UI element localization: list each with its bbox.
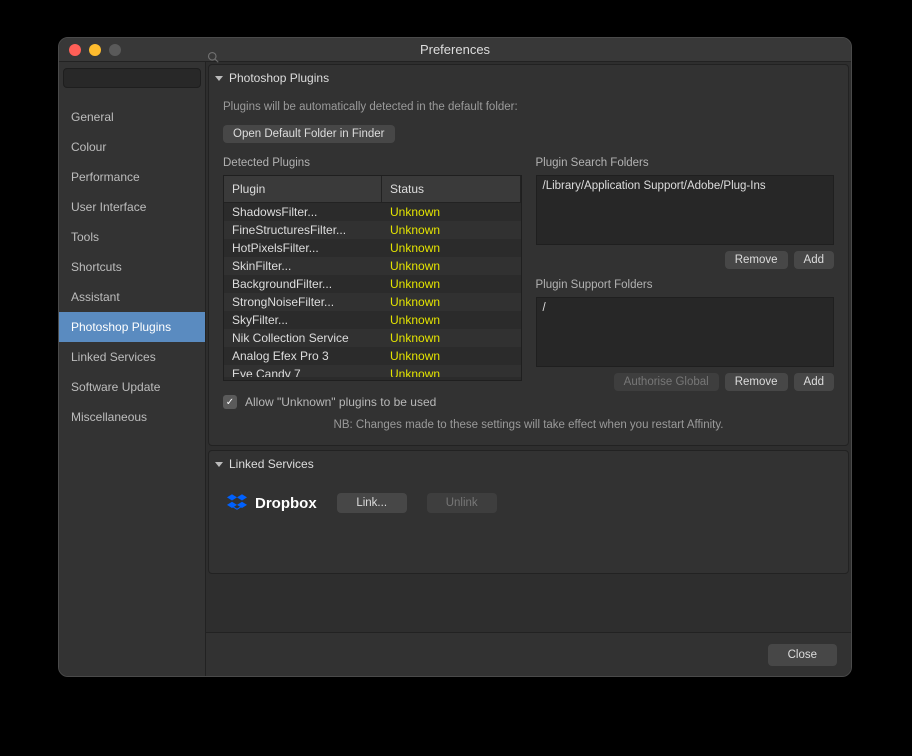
allow-unknown-checkbox[interactable]: ✓	[223, 395, 237, 409]
chevron-down-icon	[215, 76, 223, 81]
list-item[interactable]: /Library/Application Support/Adobe/Plug-…	[543, 180, 828, 192]
sidebar-item-software-update[interactable]: Software Update	[59, 372, 205, 402]
linked-services-section: Linked Services Dropbox Link... Unlink	[208, 450, 849, 574]
service-name: Dropbox	[255, 495, 317, 512]
search-folders-label: Plugin Search Folders	[536, 157, 835, 169]
open-default-folder-button[interactable]: Open Default Folder in Finder	[223, 125, 395, 143]
plugin-status: Unknown	[382, 275, 521, 293]
chevron-down-icon	[215, 462, 223, 467]
plugin-name: SkinFilter...	[224, 257, 382, 275]
sidebar: GeneralColourPerformanceUser InterfaceTo…	[59, 62, 206, 676]
plugin-name: Analog Efex Pro 3	[224, 347, 382, 365]
window-title: Preferences	[59, 42, 851, 57]
plugin-status: Unknown	[382, 365, 521, 377]
sidebar-item-linked-services[interactable]: Linked Services	[59, 342, 205, 372]
table-row[interactable]: ShadowsFilter...Unknown	[224, 203, 521, 221]
sidebar-item-assistant[interactable]: Assistant	[59, 282, 205, 312]
sidebar-item-colour[interactable]: Colour	[59, 132, 205, 162]
table-row[interactable]: Eye Candy 7Unknown	[224, 365, 521, 377]
table-row[interactable]: SkinFilter...Unknown	[224, 257, 521, 275]
table-row[interactable]: StrongNoiseFilter...Unknown	[224, 293, 521, 311]
table-row[interactable]: FineStructuresFilter...Unknown	[224, 221, 521, 239]
section-header-linked[interactable]: Linked Services	[209, 451, 848, 477]
sidebar-item-miscellaneous[interactable]: Miscellaneous	[59, 402, 205, 432]
section-title: Photoshop Plugins	[229, 71, 329, 85]
preferences-window: Preferences GeneralColourPerformanceUser…	[58, 37, 852, 677]
table-row[interactable]: HotPixelsFilter...Unknown	[224, 239, 521, 257]
search-folders-list[interactable]: /Library/Application Support/Adobe/Plug-…	[536, 175, 835, 245]
support-folders-add-button[interactable]: Add	[794, 373, 834, 391]
plugin-status: Unknown	[382, 293, 521, 311]
section-title: Linked Services	[229, 457, 314, 471]
close-button[interactable]: Close	[768, 644, 837, 666]
dropbox-service: Dropbox	[227, 493, 317, 513]
plugin-status: Unknown	[382, 257, 521, 275]
photoshop-plugins-section: Photoshop Plugins Plugins will be automa…	[208, 64, 849, 446]
plugin-name: ShadowsFilter...	[224, 203, 382, 221]
sidebar-item-performance[interactable]: Performance	[59, 162, 205, 192]
sidebar-item-general[interactable]: General	[59, 102, 205, 132]
plugin-name: FineStructuresFilter...	[224, 221, 382, 239]
plugin-status: Unknown	[382, 203, 521, 221]
support-folders-list[interactable]: /	[536, 297, 835, 367]
plugin-name: SkyFilter...	[224, 311, 382, 329]
section-header-plugins[interactable]: Photoshop Plugins	[209, 65, 848, 91]
plugin-status: Unknown	[382, 347, 521, 365]
sidebar-item-tools[interactable]: Tools	[59, 222, 205, 252]
table-row[interactable]: Nik Collection ServiceUnknown	[224, 329, 521, 347]
search-folders-remove-button[interactable]: Remove	[725, 251, 788, 269]
table-row[interactable]: SkyFilter...Unknown	[224, 311, 521, 329]
auto-detect-hint: Plugins will be automatically detected i…	[223, 101, 834, 113]
column-header-plugin[interactable]: Plugin	[224, 176, 382, 202]
table-row[interactable]: Analog Efex Pro 3Unknown	[224, 347, 521, 365]
support-folders-remove-button[interactable]: Remove	[725, 373, 788, 391]
list-item[interactable]: /	[543, 302, 828, 314]
table-row[interactable]: BackgroundFilter...Unknown	[224, 275, 521, 293]
search-icon	[207, 51, 219, 63]
support-folders-label: Plugin Support Folders	[536, 279, 835, 291]
sidebar-item-shortcuts[interactable]: Shortcuts	[59, 252, 205, 282]
plugin-status: Unknown	[382, 329, 521, 347]
detected-plugins-table: Plugin Status ShadowsFilter...UnknownFin…	[223, 175, 522, 381]
titlebar: Preferences	[59, 38, 851, 62]
plugin-status: Unknown	[382, 239, 521, 257]
plugin-name: Nik Collection Service	[224, 329, 382, 347]
search-folders-add-button[interactable]: Add	[794, 251, 834, 269]
sidebar-item-user-interface[interactable]: User Interface	[59, 192, 205, 222]
plugin-name: BackgroundFilter...	[224, 275, 382, 293]
sidebar-item-photoshop-plugins[interactable]: Photoshop Plugins	[59, 312, 205, 342]
plugin-status: Unknown	[382, 311, 521, 329]
plugin-name: HotPixelsFilter...	[224, 239, 382, 257]
detected-plugins-label: Detected Plugins	[223, 157, 522, 169]
plugin-name: StrongNoiseFilter...	[224, 293, 382, 311]
plugin-status: Unknown	[382, 221, 521, 239]
search-input[interactable]	[63, 68, 201, 88]
footer: Close	[206, 632, 851, 676]
plugin-name: Eye Candy 7	[224, 365, 382, 377]
allow-unknown-label: Allow "Unknown" plugins to be used	[245, 395, 436, 409]
dropbox-icon	[227, 493, 247, 513]
restart-note: NB: Changes made to these settings will …	[223, 419, 834, 431]
authorise-global-button[interactable]: Authorise Global	[614, 373, 719, 391]
unlink-button[interactable]: Unlink	[427, 493, 497, 513]
link-button[interactable]: Link...	[337, 493, 407, 513]
column-header-status[interactable]: Status	[382, 176, 521, 202]
